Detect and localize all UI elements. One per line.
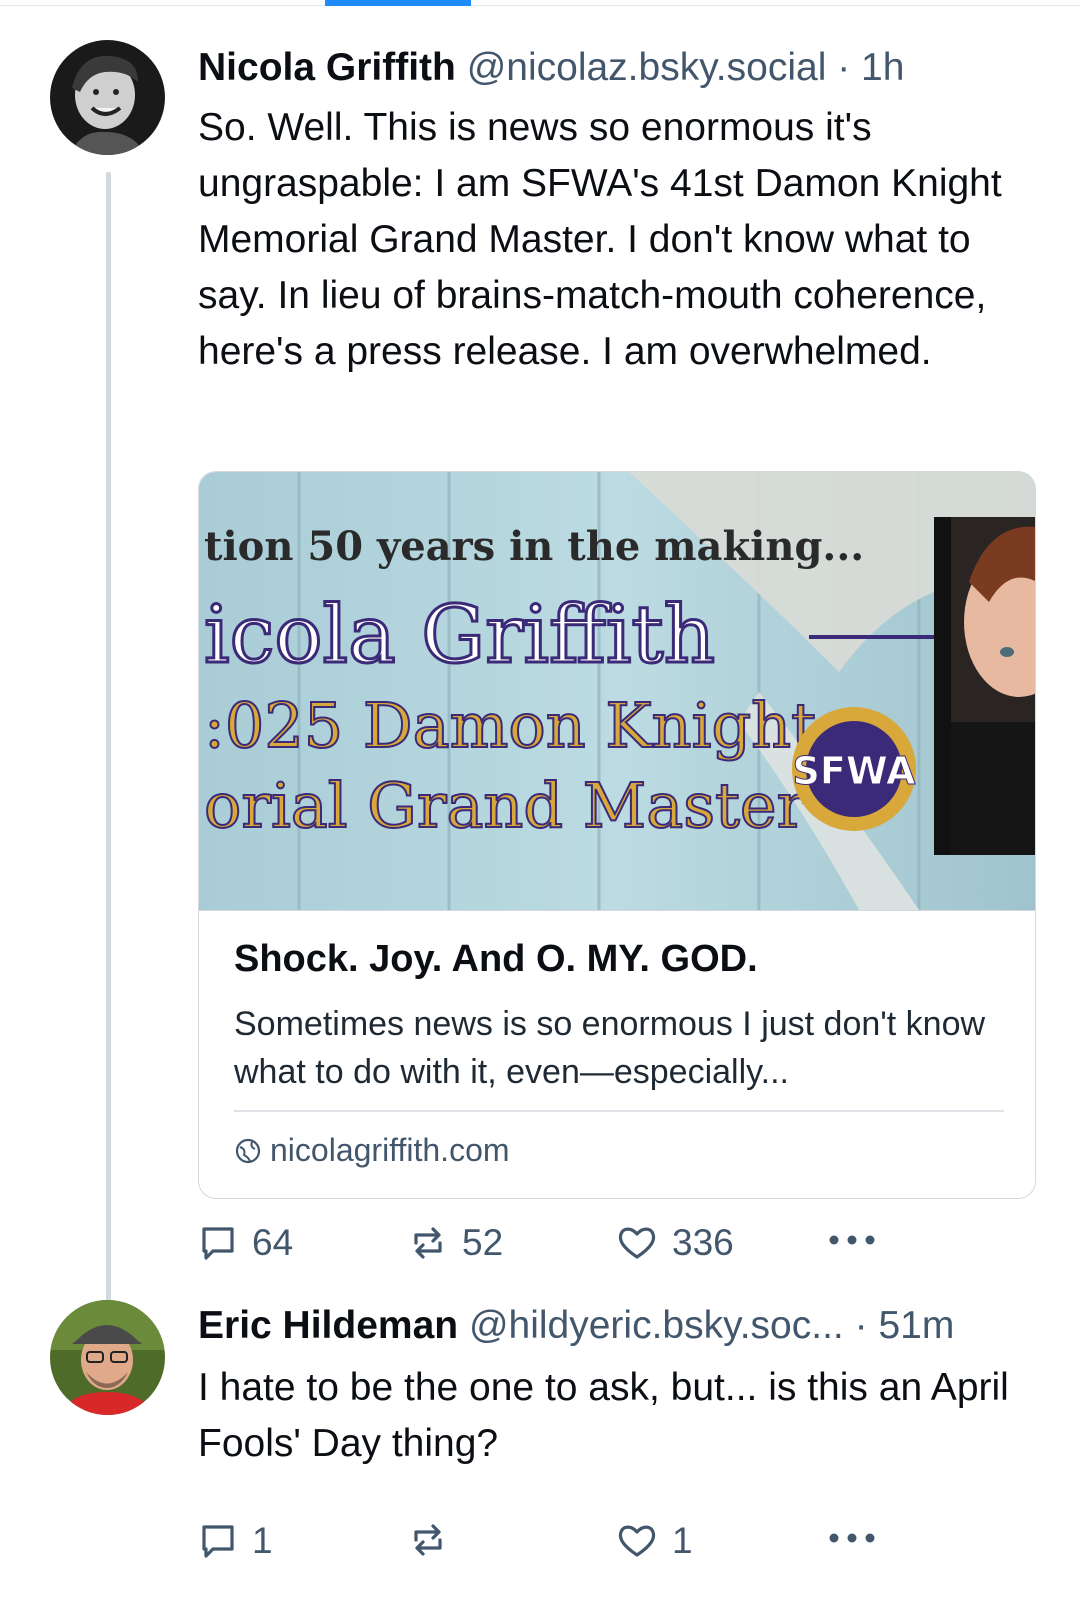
reply-count: 64 xyxy=(252,1222,294,1263)
like-button[interactable]: 1 xyxy=(616,1520,693,1562)
banner-name: icola Griffith xyxy=(204,588,715,681)
link-card-domain: nicolagriffith.com xyxy=(234,1132,510,1169)
ellipsis-icon xyxy=(829,1533,875,1543)
link-card-description: Sometimes news is so enormous I just don… xyxy=(234,1005,986,1091)
separator-dot: · xyxy=(854,1304,868,1347)
post-time[interactable]: 1h xyxy=(861,46,904,89)
active-tab-indicator xyxy=(325,0,471,6)
repost-arrows-icon xyxy=(414,1524,442,1556)
sfwa-logo-text: SFWA xyxy=(793,749,917,793)
banner-award-line1: :025 Damon Knight xyxy=(204,689,816,762)
link-card[interactable]: tion 50 years in the making... icola Gri… xyxy=(198,471,1036,1199)
author-handle[interactable]: @hildyeric.bsky.soc... xyxy=(469,1304,844,1347)
author-name[interactable]: Nicola Griffith xyxy=(198,46,456,89)
link-card-domain-text: nicolagriffith.com xyxy=(270,1132,510,1168)
post-text: So. Well. This is news so enormous it's … xyxy=(198,106,1013,373)
speech-bubble-icon xyxy=(202,1227,234,1260)
separator-dot: · xyxy=(837,46,851,89)
like-count: 336 xyxy=(672,1222,734,1263)
link-card-divider xyxy=(234,1110,1004,1112)
globe-icon xyxy=(235,1138,261,1163)
banner-image: tion 50 years in the making... icola Gri… xyxy=(199,472,1035,910)
avatar-eric-hildeman[interactable] xyxy=(50,1300,165,1415)
post-actions: 64 52 336 xyxy=(198,1222,898,1272)
more-options-button[interactable] xyxy=(828,1234,876,1246)
link-card-image: tion 50 years in the making... icola Gri… xyxy=(199,472,1035,911)
avatar-photo xyxy=(50,40,165,155)
thread-connector-line xyxy=(106,172,111,1314)
heart-icon xyxy=(618,1227,656,1259)
post-actions: 1 1 xyxy=(198,1520,898,1570)
heart-icon xyxy=(618,1525,656,1557)
more-options-button[interactable] xyxy=(828,1532,876,1544)
post-time[interactable]: 51m xyxy=(878,1304,954,1347)
like-count: 1 xyxy=(672,1520,693,1561)
repost-arrows-icon xyxy=(414,1227,442,1259)
like-button[interactable]: 336 xyxy=(616,1222,734,1264)
link-card-title: Shock. Joy. And O. MY. GOD. xyxy=(234,938,758,980)
avatar-photo xyxy=(50,1300,165,1415)
repost-button[interactable]: 52 xyxy=(408,1222,503,1264)
banner-tagline: tion 50 years in the making... xyxy=(204,523,864,570)
repost-button[interactable] xyxy=(408,1520,462,1560)
avatar-nicola-griffith[interactable] xyxy=(50,40,165,155)
banner-award-line2: orial Grand Master xyxy=(204,769,807,842)
ellipsis-icon xyxy=(829,1235,875,1245)
post-header: Eric Hildeman @hildyeric.bsky.soc... · 5… xyxy=(198,1303,954,1349)
post-text: I hate to be the one to ask, but... is t… xyxy=(198,1366,1020,1465)
repost-count: 52 xyxy=(462,1222,504,1263)
speech-bubble-icon xyxy=(202,1525,234,1558)
reply-button[interactable]: 1 xyxy=(198,1520,273,1562)
author-name[interactable]: Eric Hildeman xyxy=(198,1304,458,1347)
author-handle[interactable]: @nicolaz.bsky.social xyxy=(467,46,827,89)
reply-button[interactable]: 64 xyxy=(198,1222,293,1264)
sfwa-logo: SFWA xyxy=(792,707,917,831)
reply-count: 1 xyxy=(252,1520,273,1561)
tab-bar xyxy=(0,0,1080,6)
post-header: Nicola Griffith @nicolaz.bsky.social · 1… xyxy=(198,45,904,91)
